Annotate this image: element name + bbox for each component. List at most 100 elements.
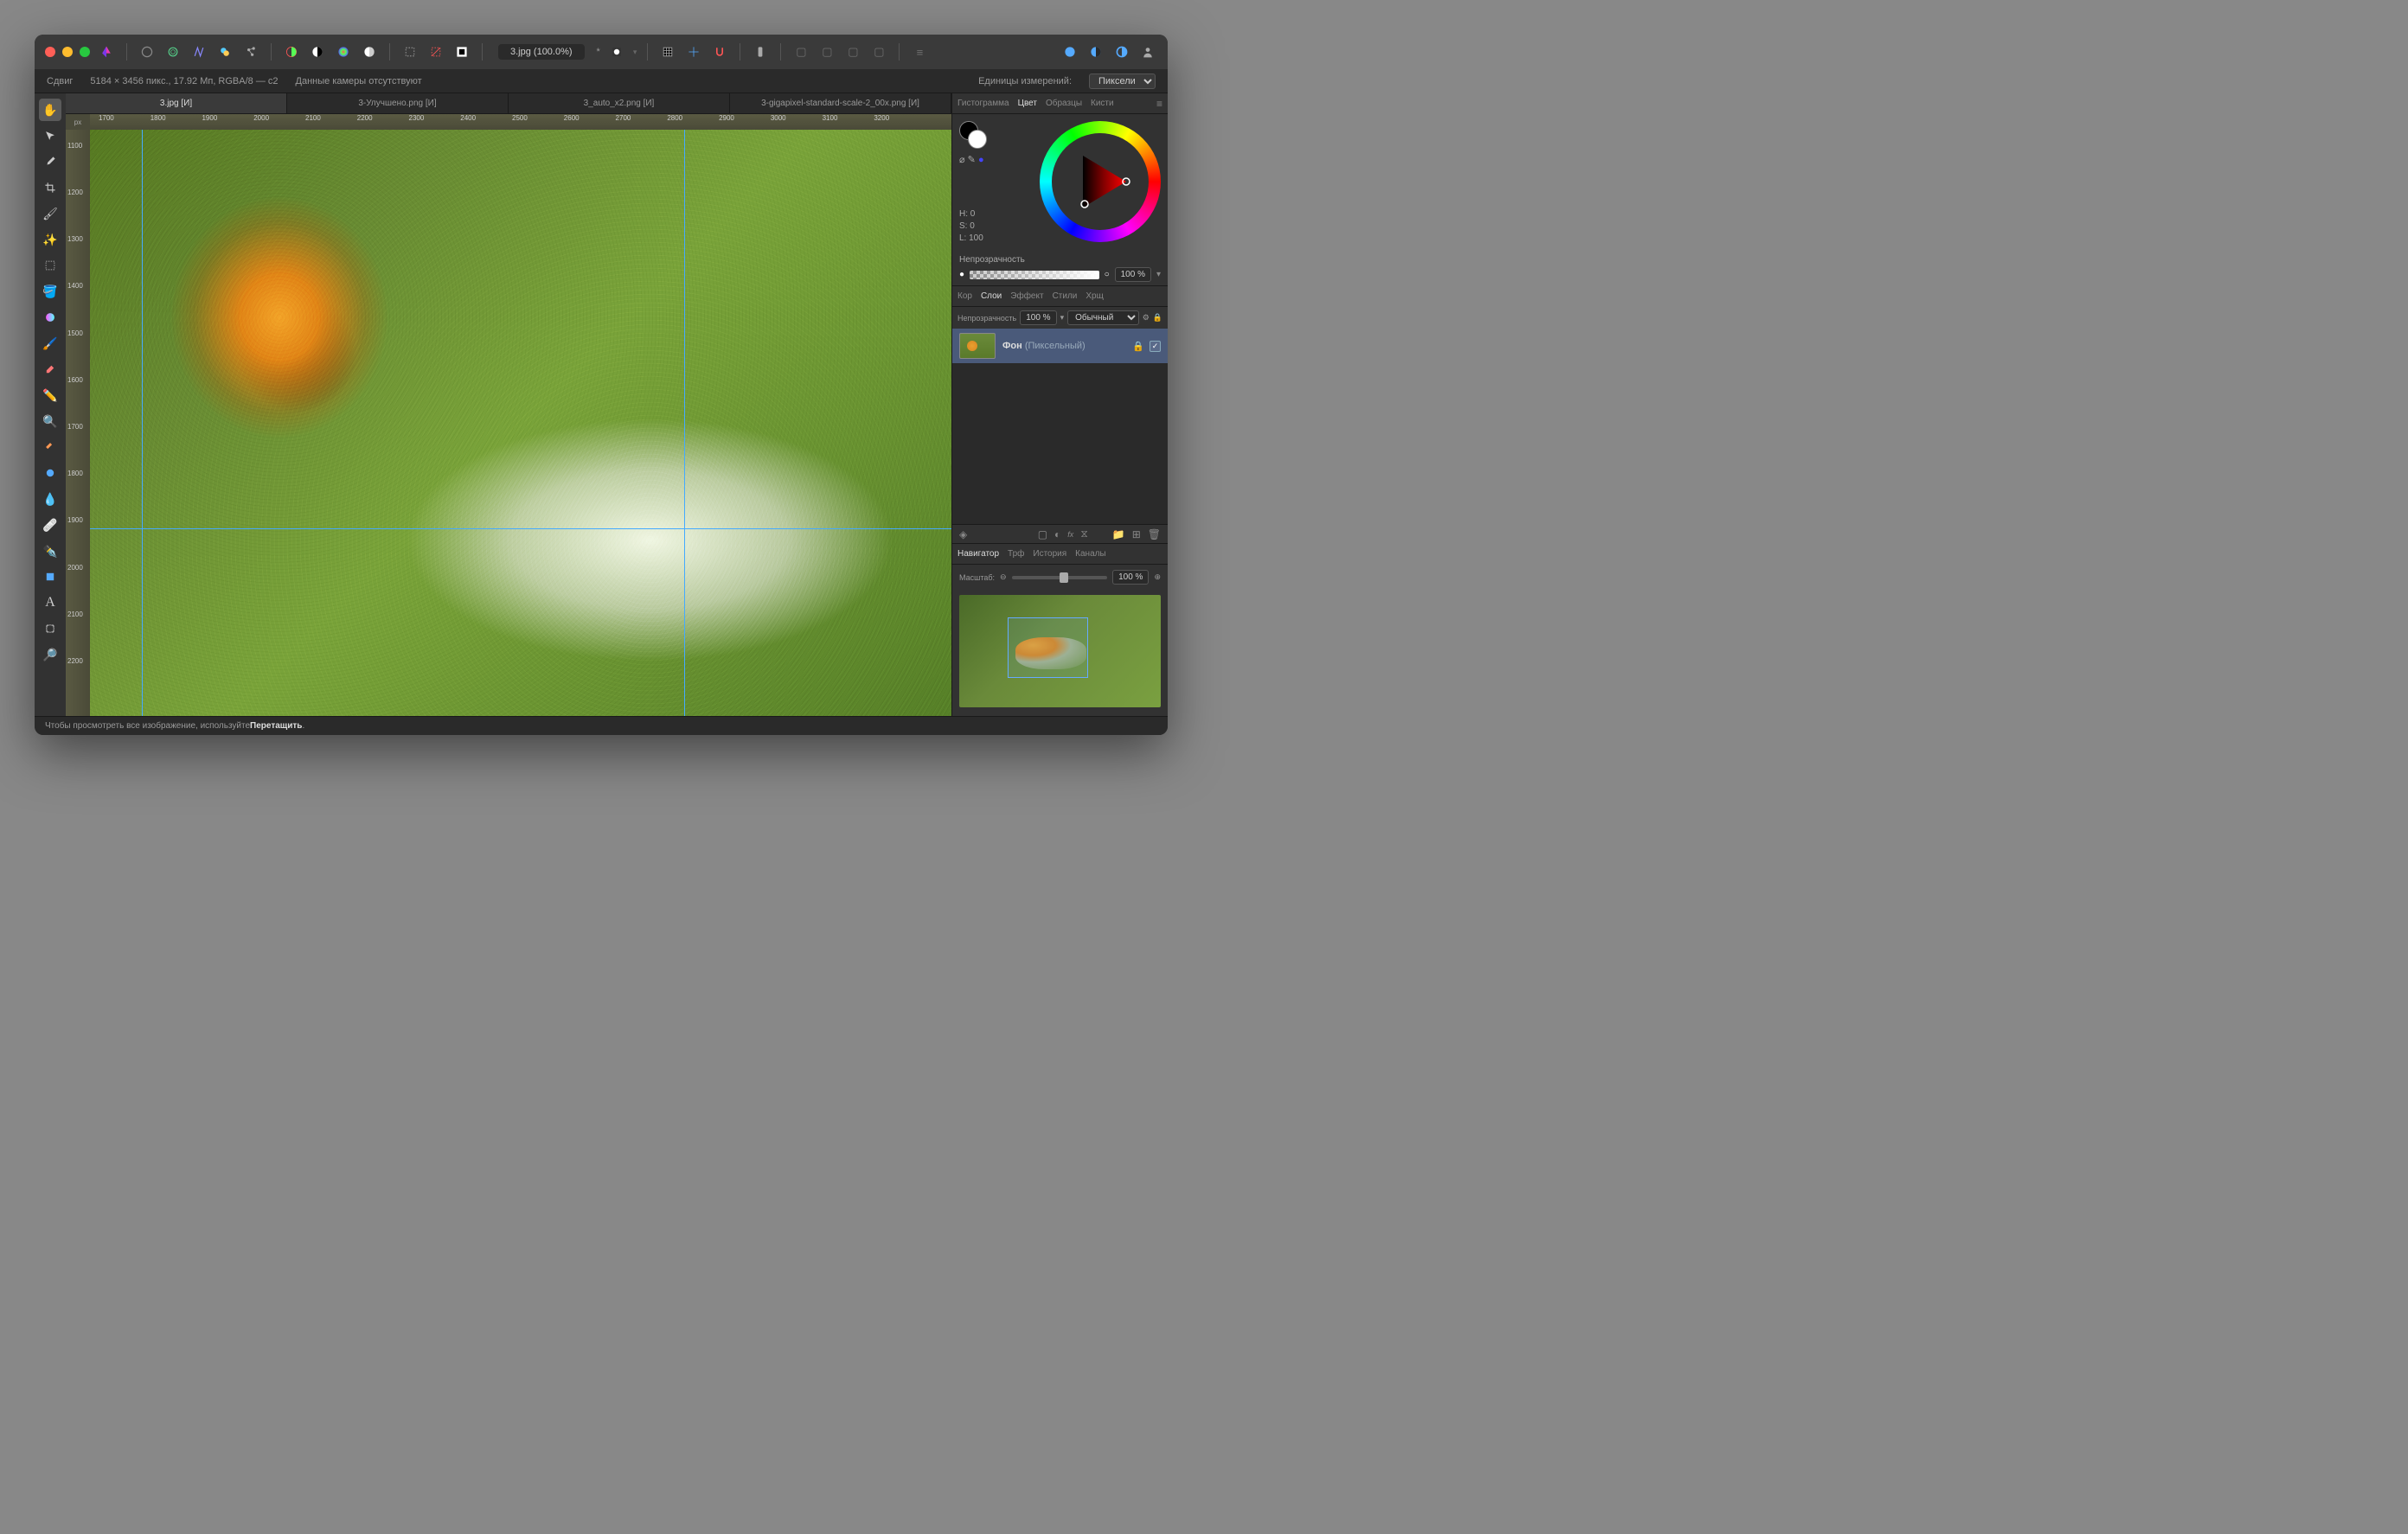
grid-icon[interactable] <box>658 42 677 61</box>
selection-marquee-icon[interactable] <box>400 42 419 61</box>
hand-tool[interactable]: ✋ <box>39 99 61 121</box>
healing-tool[interactable] <box>39 462 61 484</box>
arrange-forward-icon[interactable]: ▢ <box>817 42 836 61</box>
lock-icon[interactable]: 🔒 <box>1153 313 1162 323</box>
guides-icon[interactable] <box>684 42 703 61</box>
layer-row[interactable]: Фон (Пиксельный) 🔒 ✓ <box>952 329 1168 363</box>
tab-history[interactable]: История <box>1033 549 1066 559</box>
zoom-out-icon[interactable]: ⊖ <box>1000 572 1007 582</box>
mask-layer-icon[interactable] <box>1086 42 1105 61</box>
document-tab[interactable]: 3.jpg [И] <box>66 93 287 113</box>
zoom-in-icon[interactable]: ⊕ <box>1154 572 1161 582</box>
navigator-viewport[interactable] <box>1008 617 1088 678</box>
color-picker-tool[interactable] <box>39 150 61 173</box>
export-persona-icon[interactable] <box>241 42 260 61</box>
document-tab[interactable]: 3-gigapixel-standard-scale-2_00x.png [И] <box>730 93 951 113</box>
tab-swatches[interactable]: Образцы <box>1046 99 1082 108</box>
flood-fill-tool[interactable]: 🪣 <box>39 280 61 303</box>
navigator-thumbnail[interactable] <box>959 595 1161 707</box>
tab-text[interactable]: Хрщ <box>1086 291 1103 301</box>
account-icon[interactable] <box>1138 42 1157 61</box>
zoom-slider[interactable] <box>1012 576 1108 579</box>
gear-icon[interactable]: ⚙ <box>1143 313 1150 323</box>
tab-layers[interactable]: Слои <box>981 291 1002 301</box>
auto-levels-icon[interactable] <box>282 42 301 61</box>
clone-brush-tool[interactable]: ✏️ <box>39 384 61 406</box>
assistant-icon[interactable] <box>751 42 770 61</box>
guide-vertical[interactable] <box>684 130 685 716</box>
mesh-warp-tool[interactable] <box>39 617 61 640</box>
tab-effects[interactable]: Эффект <box>1010 291 1043 301</box>
dodge-tool[interactable]: 🔍 <box>39 410 61 432</box>
photo-persona-icon[interactable] <box>138 42 157 61</box>
inpainting-tool[interactable] <box>39 436 61 458</box>
guide-vertical[interactable] <box>142 130 143 716</box>
guide-horizontal[interactable] <box>90 528 951 529</box>
crop-tool[interactable] <box>39 176 61 199</box>
quick-mask-icon[interactable] <box>607 42 626 61</box>
maximize-button[interactable] <box>80 47 90 57</box>
align-icon[interactable]: ≡ <box>910 42 929 61</box>
rectangle-tool[interactable] <box>39 566 61 588</box>
text-tool[interactable]: A <box>39 591 61 614</box>
layer-stack-icon[interactable]: ◈ <box>959 528 967 540</box>
add-layer-icon[interactable] <box>1060 42 1079 61</box>
arrange-backward-icon[interactable]: ▢ <box>843 42 862 61</box>
document-tab[interactable]: 3-Улучшено.png [И] <box>287 93 509 113</box>
eyedropper-icon[interactable]: ⌀ ✎ ● <box>959 154 987 165</box>
opacity-value[interactable]: 100 % <box>1115 267 1151 282</box>
arrange-back-icon[interactable]: ▢ <box>869 42 888 61</box>
ruler-horizontal[interactable]: 1700 1800 1900 2000 2100 2200 2300 2400 … <box>90 114 951 130</box>
grid-icon[interactable]: ⊞ <box>1132 528 1141 540</box>
blur-tool[interactable]: 💧 <box>39 488 61 510</box>
color-swatches[interactable] <box>959 121 987 149</box>
selection-brush-tool[interactable]: 🖌 <box>39 202 61 225</box>
visibility-checkbox[interactable]: ✓ <box>1150 341 1161 352</box>
tone-map-persona-icon[interactable] <box>215 42 234 61</box>
paint-brush-tool[interactable]: 🖌️ <box>39 332 61 355</box>
move-tool[interactable] <box>39 125 61 147</box>
auto-white-balance-icon[interactable] <box>360 42 379 61</box>
panel-menu-icon[interactable]: ≡ <box>1156 98 1162 110</box>
tab-navigator[interactable]: Навигатор <box>957 549 999 559</box>
magic-wand-tool[interactable]: ✨ <box>39 228 61 251</box>
develop-persona-icon[interactable] <box>189 42 208 61</box>
selection-deselect-icon[interactable] <box>426 42 445 61</box>
adjustments-icon[interactable] <box>1112 42 1131 61</box>
selection-invert-icon[interactable] <box>452 42 471 61</box>
color-wheel[interactable] <box>1040 121 1161 242</box>
fx-icon[interactable]: fx <box>1067 530 1073 539</box>
mask-icon[interactable]: ▢ <box>1038 528 1047 540</box>
canvas[interactable] <box>90 130 951 716</box>
units-select[interactable]: Пиксели <box>1089 74 1156 89</box>
crop-to-layer-icon[interactable]: ⧖ <box>1080 527 1087 540</box>
folder-icon[interactable]: 📁 <box>1112 528 1125 540</box>
adjustment-icon[interactable]: ◐ <box>1054 528 1060 540</box>
ruler-vertical[interactable]: 1100 1200 1300 1400 1500 1600 1700 1800 … <box>66 130 90 716</box>
zoom-value[interactable]: 100 % <box>1112 570 1149 585</box>
liquify-persona-icon[interactable] <box>163 42 183 61</box>
tab-adjustment[interactable]: Кор <box>957 291 972 301</box>
tab-histogram[interactable]: Гистограмма <box>957 99 1009 108</box>
tab-styles[interactable]: Стили <box>1053 291 1078 301</box>
erase-brush-tool[interactable] <box>39 358 61 380</box>
auto-colors-icon[interactable] <box>334 42 353 61</box>
auto-contrast-icon[interactable] <box>308 42 327 61</box>
snapping-icon[interactable] <box>710 42 729 61</box>
tab-brushes[interactable]: Кисти <box>1091 99 1114 108</box>
patch-tool[interactable]: 🩹 <box>39 514 61 536</box>
lock-icon[interactable]: 🔒 <box>1132 341 1144 352</box>
blend-mode-select[interactable]: Обычный <box>1067 310 1139 325</box>
minimize-button[interactable] <box>62 47 73 57</box>
tab-transform[interactable]: Трф <box>1008 549 1024 559</box>
marquee-tool[interactable] <box>39 254 61 277</box>
zoom-tool[interactable]: 🔎 <box>39 643 61 666</box>
gradient-tool[interactable] <box>39 306 61 329</box>
tab-channels[interactable]: Каналы <box>1075 549 1106 559</box>
fg-color-swatch[interactable] <box>968 130 987 149</box>
tab-color[interactable]: Цвет <box>1018 99 1037 108</box>
document-tab[interactable]: 3_auto_x2.png [И] <box>509 93 730 113</box>
layer-opacity[interactable]: 100 % <box>1020 310 1056 325</box>
close-button[interactable] <box>45 47 55 57</box>
opacity-slider[interactable] <box>970 271 1099 279</box>
